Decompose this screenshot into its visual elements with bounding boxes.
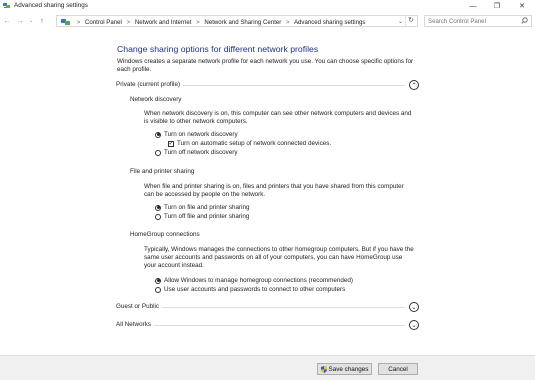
use-user-accounts-option[interactable]: Use user accounts and passwords to conne… [155,285,345,294]
search-input[interactable] [428,18,518,25]
network-discovery-description: When network discovery is on, this compu… [144,110,412,125]
divider [116,325,405,326]
allow-windows-manage-homegroup-option[interactable]: Allow Windows to manage homegroup connec… [155,276,353,285]
auto-setup-devices-option[interactable]: ✓ Turn on automatic setup of network con… [168,139,331,148]
breadcrumb-separator: > [126,19,131,27]
guest-public-label: Guest or Public [116,303,163,310]
option-label: Allow Windows to manage homegroup connec… [164,277,354,284]
guest-public-profile-header[interactable]: Guest or Public ⌄ [116,302,419,314]
collapse-chevron-up-icon[interactable]: ⌃ [409,80,419,90]
homegroup-connections-heading: HomeGroup connections [130,231,200,238]
radio-selected[interactable] [155,277,161,284]
private-profile-header[interactable]: Private (current profile) ⌃ [116,80,419,92]
refresh-icon[interactable]: ↻ [405,16,416,26]
breadcrumb-separator: > [196,19,200,27]
checkbox-checked-icon[interactable]: ✓ [168,140,174,147]
control-panel-location-icon [61,18,70,27]
search-box [424,15,532,27]
option-label: Turn on file and printer sharing [164,204,250,211]
minimize-button[interactable]: — [464,0,482,12]
file-printer-sharing-heading: File and printer sharing [130,168,195,175]
expand-chevron-down-icon[interactable]: ⌄ [409,320,419,330]
back-arrow-icon[interactable]: ← [2,16,12,26]
up-arrow-icon[interactable]: ↑ [37,16,47,26]
search-icon[interactable] [521,17,528,26]
uac-shield-icon [320,365,327,373]
recent-pages-chevron-icon[interactable]: ⌄ [26,16,36,26]
breadcrumb-advanced-sharing-settings[interactable]: Advanced sharing settings [294,19,365,26]
network-sharing-icon [3,2,10,9]
navigation-bar: ← → ⌄ ↑ > Control Panel > Network and In… [0,14,535,28]
option-label: Turn off file and printer sharing [164,213,250,220]
option-label: Turn on automatic setup of network conne… [177,140,332,147]
footer-bar: Save changes Cancel [0,355,535,380]
breadcrumb-control-panel[interactable]: Control Panel [85,19,122,26]
expand-chevron-down-icon[interactable]: ⌄ [409,302,419,312]
breadcrumb-separator: > [286,19,290,27]
turn-off-file-printer-sharing-option[interactable]: Turn off file and printer sharing [155,212,249,221]
option-label: Use user accounts and passwords to conne… [164,286,346,293]
breadcrumb-network-and-internet[interactable]: Network and Internet [135,19,192,26]
window-title: Advanced sharing settings [14,2,88,9]
homegroup-connections-description: Typically, Windows manages the connectio… [144,246,414,269]
radio-unselected[interactable] [155,213,161,220]
close-button[interactable]: ✕ [513,0,531,12]
radio-selected[interactable] [155,131,161,138]
cancel-label: Cancel [388,365,408,373]
option-label: Turn off network discovery [164,149,238,156]
breadcrumb-network-and-sharing-center[interactable]: Network and Sharing Center [204,19,281,26]
option-label: Turn on network discovery [164,131,238,138]
address-dropdown-chevron-icon[interactable]: ⌄ [398,18,403,25]
turn-on-file-printer-sharing-option[interactable]: Turn on file and printer sharing [155,203,250,212]
save-changes-label: Save changes [328,365,369,373]
address-bar[interactable]: > Control Panel > Network and Internet >… [56,15,418,27]
page-title: Change sharing options for different net… [117,44,319,54]
all-networks-label: All Networks [116,321,154,328]
radio-unselected[interactable] [155,286,161,293]
radio-selected[interactable] [155,204,161,211]
file-printer-sharing-description: When file and printer sharing is on, fil… [144,183,404,198]
turn-on-network-discovery-option[interactable]: Turn on network discovery [155,130,238,139]
maximize-button[interactable]: ❐ [488,0,506,12]
breadcrumb: > Control Panel > Network and Internet >… [61,18,365,27]
cancel-button[interactable]: Cancel [378,363,418,375]
all-networks-profile-header[interactable]: All Networks ⌄ [116,320,419,332]
turn-off-network-discovery-option[interactable]: Turn off network discovery [155,148,238,157]
radio-unselected[interactable] [155,149,161,156]
page-intro: Windows creates a separate network profi… [117,58,414,73]
breadcrumb-separator: > [76,19,81,27]
save-changes-button[interactable]: Save changes [317,363,372,375]
forward-arrow-icon[interactable]: → [15,16,25,26]
private-profile-label: Private (current profile) [116,81,184,88]
network-discovery-heading: Network discovery [130,96,182,103]
title-bar: Advanced sharing settings — ❐ ✕ [0,0,535,12]
